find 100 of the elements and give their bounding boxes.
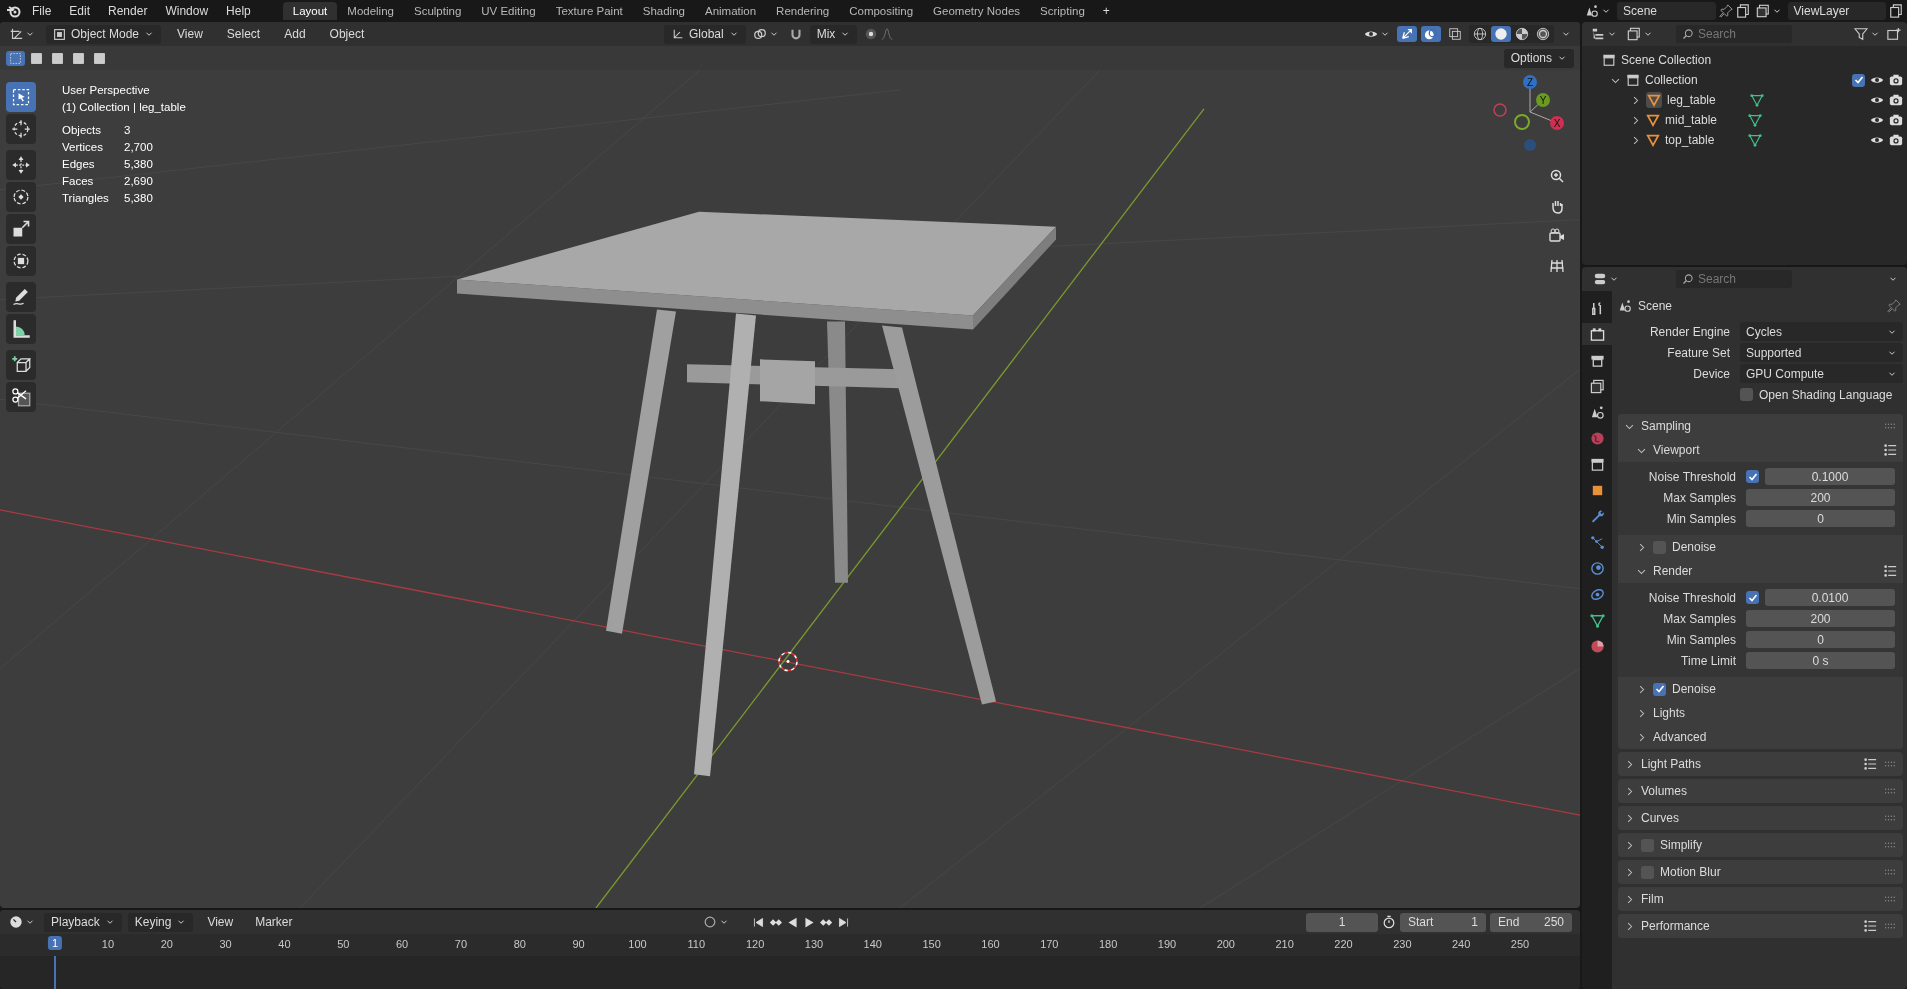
workspace-tab[interactable]: Animation [694,2,767,20]
number-field[interactable]: 0.1000 [1765,468,1895,485]
tool-button[interactable] [6,282,36,312]
number-field[interactable]: 200 [1746,610,1895,627]
list-icon[interactable] [1863,919,1877,933]
workspace-tab[interactable]: Layout [282,2,338,20]
new-collection-icon[interactable] [1887,27,1901,41]
workspace-tab[interactable]: Sculpting [403,2,472,20]
gizmo-axis-ball[interactable]: Y [1536,93,1550,107]
outliner-item[interactable]: top_table [1665,133,1743,147]
playhead[interactable]: 1 [47,936,63,950]
menu-item[interactable]: View [169,25,211,43]
number-field[interactable]: 0 [1746,631,1895,648]
camera-icon[interactable] [1889,133,1903,147]
select-mode-button[interactable] [6,50,25,66]
menu-item[interactable]: Render [100,2,156,20]
workspace-tab[interactable]: Texture Paint [545,2,633,20]
gizmo-axis-ball[interactable]: Z [1523,75,1537,89]
menu-item[interactable]: Object [321,25,373,43]
checkbox[interactable] [1653,682,1666,696]
stopwatch-icon[interactable] [1382,915,1396,929]
number-field[interactable]: 0 [1746,510,1895,527]
overlay-toggle[interactable] [1421,26,1441,42]
panel-header[interactable]: Sampling [1641,419,1877,433]
tool-button[interactable] [6,114,36,144]
menu-item[interactable]: Select [218,25,269,43]
workspace-tab[interactable]: Scripting [1030,2,1095,20]
checkbox[interactable] [1852,73,1865,87]
list-icon[interactable] [1883,443,1897,457]
gizmo-toggle[interactable] [1397,26,1417,42]
pin-icon[interactable] [1887,299,1901,313]
workspace-tab[interactable]: Geometry Nodes [923,2,1031,20]
tool-button[interactable] [6,214,36,244]
end-frame-field[interactable]: End 250 [1490,912,1572,932]
object-icon-highlight[interactable] [1646,113,1660,127]
jump-start-icon[interactable] [752,915,765,929]
checkbox[interactable] [1746,591,1759,604]
menu-item[interactable]: Help [218,2,259,20]
checkbox[interactable] [1740,388,1753,401]
number-field[interactable]: 0.0100 [1765,589,1895,606]
tool-button[interactable] [6,150,36,180]
outliner-item[interactable]: Scene Collection [1621,53,1903,67]
snap-target-dropdown[interactable]: Mix [809,24,858,44]
panel-header[interactable]: Lights [1653,706,1897,720]
number-field[interactable]: 0 s [1746,652,1895,669]
outliner-item[interactable]: leg_table [1667,93,1745,107]
outliner-item[interactable]: Collection [1645,73,1847,87]
play-reverse-icon[interactable] [786,915,799,929]
menu-dropdown[interactable]: Playback [44,912,122,932]
orientation-dropdown[interactable]: Global [664,24,746,44]
menu-item[interactable]: Window [157,2,217,20]
menu-item[interactable]: Add [276,25,314,43]
outliner-item[interactable]: mid_table [1665,113,1743,127]
list-icon[interactable] [1863,757,1877,771]
menu-item[interactable]: View [199,913,242,931]
shading-mode-button[interactable] [1491,26,1511,42]
checkbox-label[interactable]: Open Shading Language [1759,387,1893,402]
workspace-tab[interactable]: Modeling [337,2,404,20]
tool-button[interactable] [6,350,36,380]
copy-icon[interactable] [1889,4,1903,18]
panel-header[interactable]: Advanced [1653,730,1897,744]
menu-item[interactable]: File [24,2,60,20]
pin-icon[interactable] [1718,4,1733,18]
tool-button[interactable] [6,314,36,344]
mode-dropdown[interactable]: Object Mode [46,24,162,44]
jump-end-icon[interactable] [837,915,850,929]
current-frame-field[interactable]: 1 [1306,912,1378,932]
camera-icon[interactable] [1889,113,1903,127]
panel-header[interactable]: Viewport [1653,443,1877,457]
add-workspace-button[interactable]: + [1094,2,1118,20]
scene-field[interactable]: Scene [1617,2,1716,20]
properties-tab[interactable] [1582,323,1612,345]
menu-item[interactable]: Marker [247,913,301,931]
tool-button[interactable] [6,382,36,412]
copy-icon[interactable] [1735,4,1750,18]
camera-icon[interactable] [1889,93,1903,107]
view-layer-field[interactable]: ViewLayer [1787,2,1886,20]
camera-icon[interactable] [1889,73,1903,87]
panel-header[interactable]: Denoise [1672,540,1897,554]
gizmo-axis-ball[interactable] [1514,114,1530,130]
start-frame-field[interactable]: Start 1 [1400,912,1486,932]
panel-header[interactable]: Render [1653,564,1877,578]
property-dropdown[interactable]: GPU Compute [1740,364,1903,383]
menu-item[interactable]: Edit [61,2,99,20]
workspace-tab[interactable]: UV Editing [471,2,546,20]
object-icon-highlight[interactable] [1646,133,1660,147]
blender-logo-icon[interactable] [6,3,22,19]
property-dropdown[interactable]: Cycles [1740,322,1903,341]
gizmo-axis-ball[interactable]: X [1550,116,1564,130]
menu-dropdown[interactable]: Keying [127,912,194,932]
workspace-tab[interactable]: Shading [632,2,695,20]
object-icon-highlight[interactable] [1646,92,1662,108]
tool-button[interactable] [6,182,36,212]
list-icon[interactable] [1883,564,1897,578]
tool-button[interactable] [6,82,36,112]
workspace-tab[interactable]: Compositing [839,2,924,20]
play-icon[interactable] [803,915,816,929]
property-dropdown[interactable]: Supported [1740,343,1903,362]
options-dropdown[interactable]: Options [1503,48,1574,68]
checkbox[interactable] [1746,470,1759,483]
